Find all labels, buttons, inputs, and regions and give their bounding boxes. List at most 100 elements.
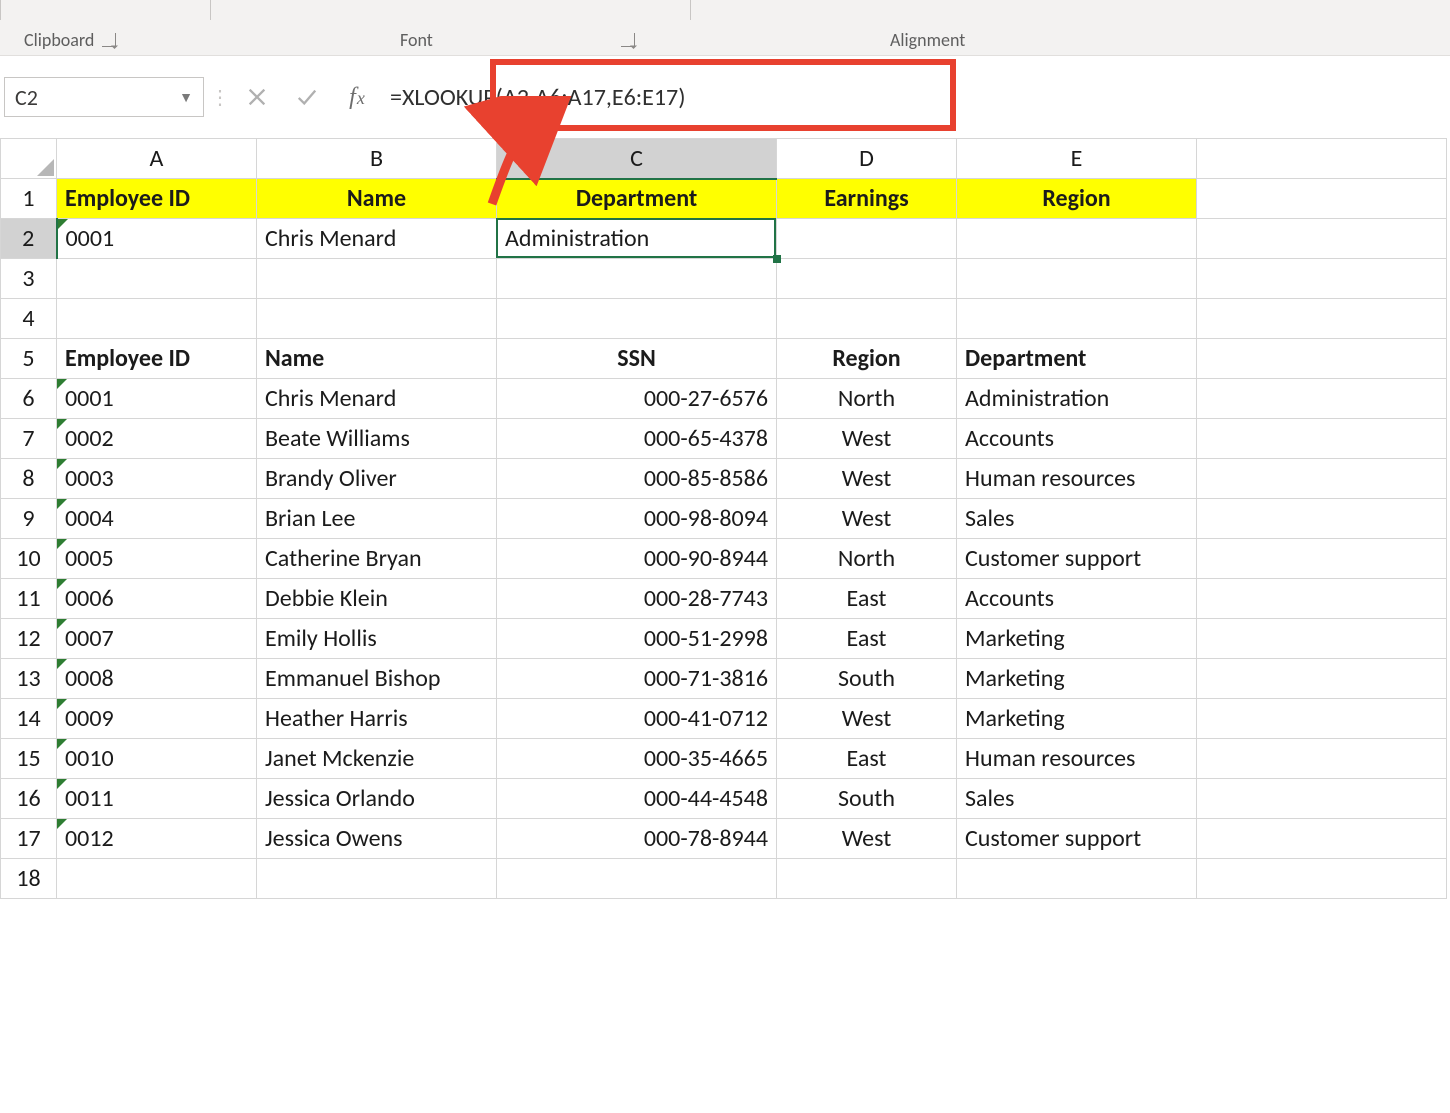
cell[interactable]: 0001	[57, 379, 257, 419]
cell[interactable]	[257, 259, 497, 299]
row-header[interactable]: 3	[1, 259, 57, 299]
cell[interactable]: Brandy Oliver	[257, 459, 497, 499]
cell[interactable]: 000-35-4665	[497, 739, 777, 779]
cell[interactable]: Janet Mckenzie	[257, 739, 497, 779]
row-header[interactable]: 2	[1, 219, 57, 259]
cell[interactable]: Marketing	[957, 699, 1197, 739]
chevron-down-icon[interactable]: ▼	[179, 89, 193, 106]
cell[interactable]	[1197, 619, 1447, 659]
cell[interactable]	[777, 259, 957, 299]
cell[interactable]: Sales	[957, 779, 1197, 819]
cell[interactable]: Employee ID	[57, 339, 257, 379]
row-header[interactable]: 11	[1, 579, 57, 619]
row-header[interactable]: 17	[1, 819, 57, 859]
formula-bar-grip-icon[interactable]: ⋮	[204, 77, 232, 117]
dialog-launcher-icon[interactable]	[102, 33, 116, 47]
cell[interactable]	[1197, 659, 1447, 699]
cell[interactable]: Emily Hollis	[257, 619, 497, 659]
cell[interactable]	[57, 859, 257, 899]
cell[interactable]: North	[777, 539, 957, 579]
select-all-corner[interactable]	[1, 139, 57, 179]
cell[interactable]: Accounts	[957, 419, 1197, 459]
cell[interactable]	[1197, 379, 1447, 419]
cell[interactable]: Department	[497, 179, 777, 219]
cell[interactable]: East	[777, 739, 957, 779]
cell[interactable]: 000-98-8094	[497, 499, 777, 539]
cell[interactable]: Customer support	[957, 539, 1197, 579]
cell[interactable]: Emmanuel Bishop	[257, 659, 497, 699]
cell[interactable]: East	[777, 619, 957, 659]
cell[interactable]	[1197, 299, 1447, 339]
col-header-B[interactable]: B	[257, 139, 497, 179]
cell[interactable]: North	[777, 379, 957, 419]
cell[interactable]	[1197, 579, 1447, 619]
cell[interactable]: 000-51-2998	[497, 619, 777, 659]
cell[interactable]: Administration	[957, 379, 1197, 419]
cell[interactable]: 0009	[57, 699, 257, 739]
cell[interactable]	[1197, 859, 1447, 899]
cell[interactable]: 0006	[57, 579, 257, 619]
cell[interactable]: Human resources	[957, 459, 1197, 499]
cell[interactable]: East	[777, 579, 957, 619]
cell[interactable]	[957, 299, 1197, 339]
cell[interactable]	[1197, 459, 1447, 499]
cell[interactable]	[257, 299, 497, 339]
cell[interactable]: Heather Harris	[257, 699, 497, 739]
cell[interactable]: Region	[777, 339, 957, 379]
cell[interactable]: 0003	[57, 459, 257, 499]
cell[interactable]: Debbie Klein	[257, 579, 497, 619]
cell[interactable]: Accounts	[957, 579, 1197, 619]
cell[interactable]	[1197, 779, 1447, 819]
cell[interactable]	[1197, 499, 1447, 539]
row-header[interactable]: 13	[1, 659, 57, 699]
cell[interactable]: Marketing	[957, 659, 1197, 699]
row-header[interactable]: 5	[1, 339, 57, 379]
cell[interactable]: 000-78-8944	[497, 819, 777, 859]
cell[interactable]	[1197, 739, 1447, 779]
cell[interactable]: 0007	[57, 619, 257, 659]
cell[interactable]: South	[777, 659, 957, 699]
cell[interactable]: Human resources	[957, 739, 1197, 779]
row-header[interactable]: 6	[1, 379, 57, 419]
row-header[interactable]: 14	[1, 699, 57, 739]
row-header[interactable]: 9	[1, 499, 57, 539]
row-header[interactable]: 18	[1, 859, 57, 899]
cell[interactable]	[1197, 179, 1447, 219]
cell[interactable]	[497, 259, 777, 299]
cell[interactable]: 0011	[57, 779, 257, 819]
cell[interactable]: Name	[257, 339, 497, 379]
cell[interactable]	[957, 859, 1197, 899]
cell[interactable]: West	[777, 419, 957, 459]
cell[interactable]	[1197, 699, 1447, 739]
row-header[interactable]: 1	[1, 179, 57, 219]
insert-function-button[interactable]: fx	[332, 77, 382, 117]
row-header[interactable]: 8	[1, 459, 57, 499]
cell[interactable]: West	[777, 819, 957, 859]
cell[interactable]	[57, 299, 257, 339]
cell[interactable]	[777, 859, 957, 899]
cell[interactable]: 0010	[57, 739, 257, 779]
cancel-formula-button[interactable]	[232, 77, 282, 117]
cell[interactable]: Brian Lee	[257, 499, 497, 539]
cell[interactable]	[57, 259, 257, 299]
cell[interactable]: Chris Menard	[257, 379, 497, 419]
cell[interactable]	[1197, 339, 1447, 379]
name-box[interactable]: C2 ▼	[4, 77, 204, 117]
cell[interactable]	[1197, 819, 1447, 859]
cell[interactable]	[1197, 219, 1447, 259]
row-header[interactable]: 10	[1, 539, 57, 579]
enter-formula-button[interactable]	[282, 77, 332, 117]
cell[interactable]	[777, 219, 957, 259]
cell[interactable]: South	[777, 779, 957, 819]
cell[interactable]: Marketing	[957, 619, 1197, 659]
col-header-F[interactable]	[1197, 139, 1447, 179]
cell[interactable]	[1197, 259, 1447, 299]
cell[interactable]: Chris Menard	[257, 219, 497, 259]
cell[interactable]: 000-27-6576	[497, 379, 777, 419]
cell[interactable]	[957, 259, 1197, 299]
cell[interactable]	[497, 859, 777, 899]
row-header[interactable]: 16	[1, 779, 57, 819]
cell[interactable]: 000-28-7743	[497, 579, 777, 619]
cell[interactable]: SSN	[497, 339, 777, 379]
cell[interactable]	[957, 219, 1197, 259]
